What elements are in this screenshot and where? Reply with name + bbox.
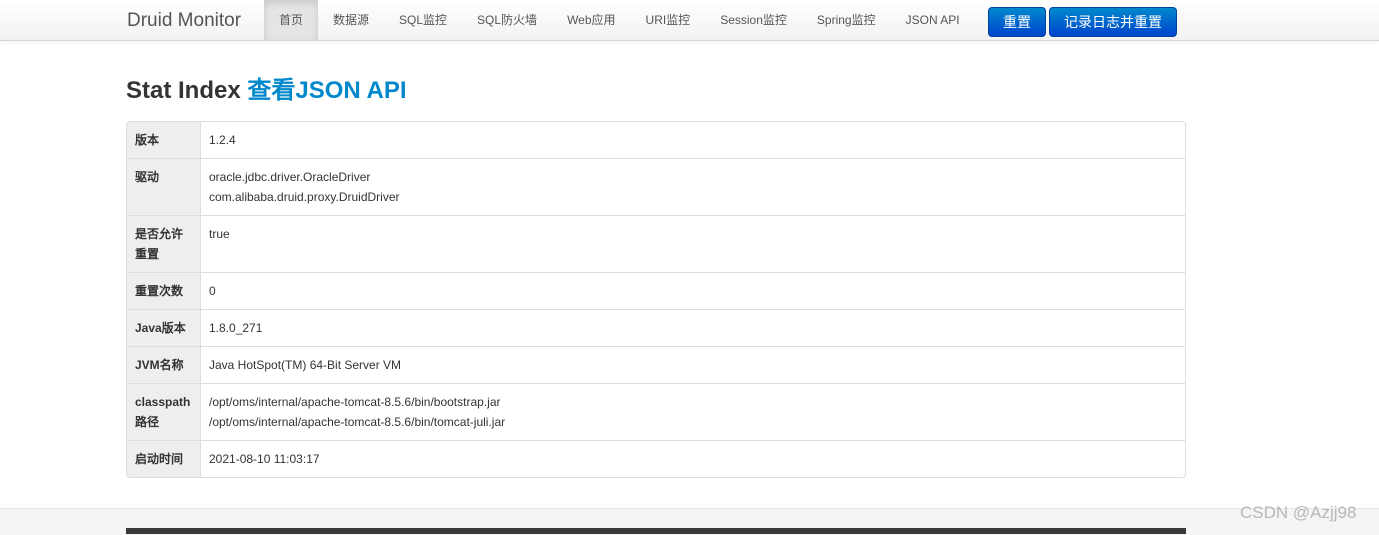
table-row: classpath路径 /opt/oms/internal/apache-tom… <box>127 383 1185 440</box>
table-row: JVM名称 Java HotSpot(TM) 64-Bit Server VM <box>127 346 1185 383</box>
row-value: oracle.jdbc.driver.OracleDriver com.alib… <box>201 158 1185 215</box>
row-value: 2021-08-10 11:03:17 <box>201 440 1185 477</box>
nav-item-sql-firewall[interactable]: SQL防火墙 <box>462 0 552 40</box>
value-line: /opt/oms/internal/apache-tomcat-8.5.6/bi… <box>209 415 506 429</box>
row-label: Java版本 <box>127 309 201 346</box>
value-line: oracle.jdbc.driver.OracleDriver <box>209 170 371 184</box>
row-label: 启动时间 <box>127 440 201 477</box>
row-label: 驱动 <box>127 158 201 215</box>
nav-item-spring-monitor[interactable]: Spring监控 <box>802 0 891 40</box>
nav-menu: 首页 数据源 SQL监控 SQL防火墙 Web应用 URI监控 Session监… <box>264 0 975 40</box>
stat-index-table: 版本 1.2.4 驱动 oracle.jdbc.driver.OracleDri… <box>126 121 1186 478</box>
top-navbar: Druid Monitor 首页 数据源 SQL监控 SQL防火墙 Web应用 … <box>0 0 1379 41</box>
row-label: classpath路径 <box>127 383 201 440</box>
value-line: true <box>209 227 230 241</box>
nav-item-sql-monitor[interactable]: SQL监控 <box>384 0 462 40</box>
watermark: CSDN @Azjj98 <box>1240 503 1357 522</box>
table-row: 驱动 oracle.jdbc.driver.OracleDriver com.a… <box>127 158 1185 215</box>
nav-item-uri-monitor[interactable]: URI监控 <box>631 0 706 40</box>
nav-item-json-api[interactable]: JSON API <box>891 0 975 40</box>
row-value: true <box>201 215 1185 272</box>
value-line: 1.2.4 <box>209 133 236 147</box>
row-value: 1.2.4 <box>201 122 1185 158</box>
row-label: 是否允许重置 <box>127 215 201 272</box>
row-value: 0 <box>201 272 1185 309</box>
brand-logo[interactable]: Druid Monitor <box>127 9 241 33</box>
nav-item-datasource[interactable]: 数据源 <box>318 0 384 40</box>
nav-item-web-app[interactable]: Web应用 <box>552 0 630 40</box>
value-line: Java HotSpot(TM) 64-Bit Server VM <box>209 358 402 372</box>
nav-item-home[interactable]: 首页 <box>264 0 319 40</box>
view-json-api-link[interactable]: 查看JSON API <box>247 77 406 104</box>
row-value: 1.8.0_271 <box>201 309 1185 346</box>
page-title-text: Stat Index <box>126 77 241 104</box>
table-row: 启动时间 2021-08-10 11:03:17 <box>127 440 1185 477</box>
footer-dark-bar <box>126 528 1186 534</box>
row-label: 版本 <box>127 122 201 158</box>
row-value: /opt/oms/internal/apache-tomcat-8.5.6/bi… <box>201 383 1185 440</box>
row-label: 重置次数 <box>127 272 201 309</box>
value-line: /opt/oms/internal/apache-tomcat-8.5.6/bi… <box>209 395 501 409</box>
value-line: 0 <box>209 284 216 298</box>
table-row: 是否允许重置 true <box>127 215 1185 272</box>
value-line: com.alibaba.druid.proxy.DruidDriver <box>209 190 400 204</box>
table-row: 重置次数 0 <box>127 272 1185 309</box>
log-and-reset-button[interactable]: 记录日志并重置 <box>1049 7 1177 37</box>
table-row: 版本 1.2.4 <box>127 122 1185 158</box>
value-line: 1.8.0_271 <box>209 321 263 335</box>
row-value: Java HotSpot(TM) 64-Bit Server VM <box>201 346 1185 383</box>
reset-button[interactable]: 重置 <box>988 7 1046 37</box>
row-label: JVM名称 <box>127 346 201 383</box>
nav-item-session-monitor[interactable]: Session监控 <box>705 0 802 40</box>
page-title: Stat Index 查看JSON API <box>126 75 407 107</box>
value-line: 2021-08-10 11:03:17 <box>209 452 320 466</box>
table-row: Java版本 1.8.0_271 <box>127 309 1185 346</box>
